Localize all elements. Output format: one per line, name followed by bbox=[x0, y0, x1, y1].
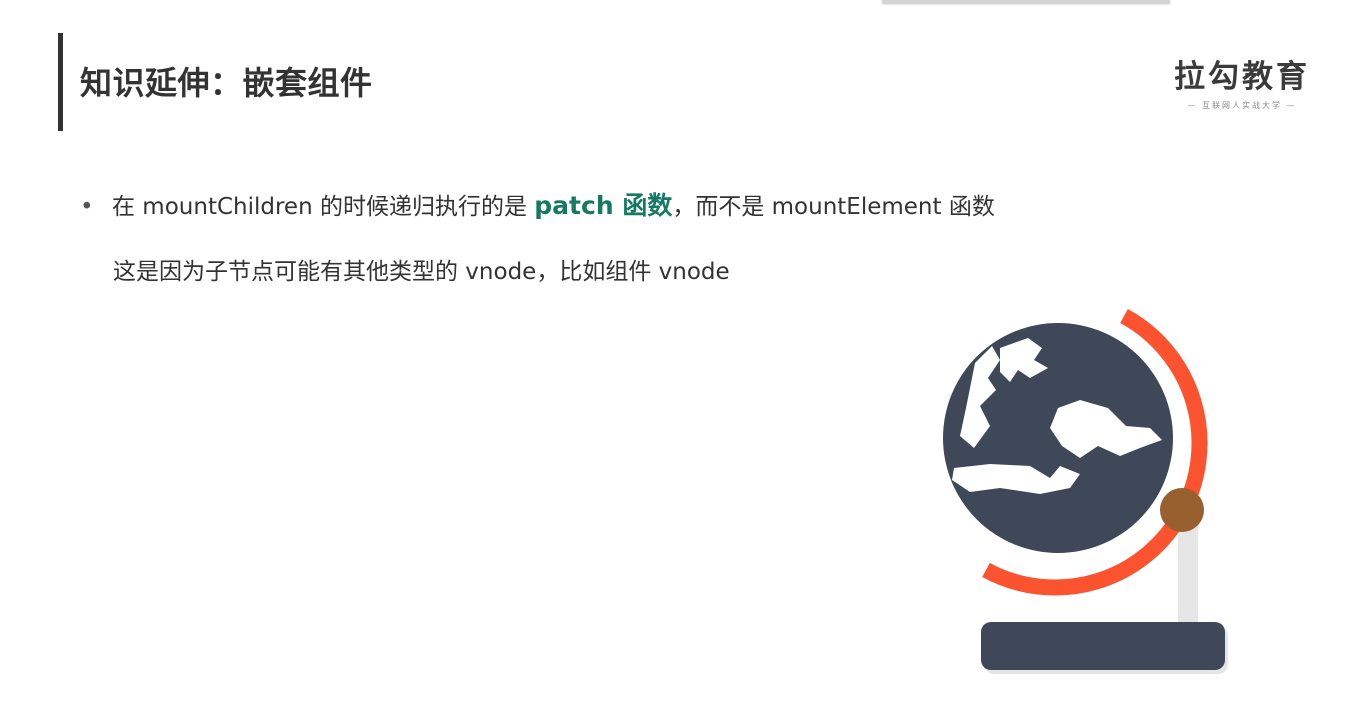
bullet-highlight: patch 函数 bbox=[534, 191, 673, 220]
bullet-text-before: 在 mountChildren 的时候递归执行的是 bbox=[112, 194, 535, 220]
globe-icon bbox=[943, 308, 1228, 674]
brand-tagline: — 互联网人实战大学 — bbox=[1187, 101, 1297, 110]
bullet-item: • 在 mountChildren 的时候递归执行的是 patch 函数，而不是 … bbox=[80, 186, 995, 222]
bullet-dot: • bbox=[80, 194, 94, 220]
brand-logo: 拉勾教育 — 互联网人实战大学 — bbox=[1174, 58, 1310, 111]
stand-base bbox=[981, 622, 1225, 670]
explanation-line: 这是因为子节点可能有其他类型的 vnode，比如组件 vnode bbox=[113, 259, 730, 285]
bullet-text-after: ，而不是 mountElement 函数 bbox=[672, 194, 995, 220]
top-decorative-bar bbox=[882, 0, 1170, 3]
title-accent-rule bbox=[58, 33, 63, 131]
brand-name: 拉勾教育 bbox=[1174, 59, 1310, 95]
globe-landmass-south bbox=[952, 464, 1080, 494]
slide-title: 知识延伸：嵌套组件 bbox=[80, 64, 373, 102]
globe-pivot bbox=[1160, 488, 1204, 532]
